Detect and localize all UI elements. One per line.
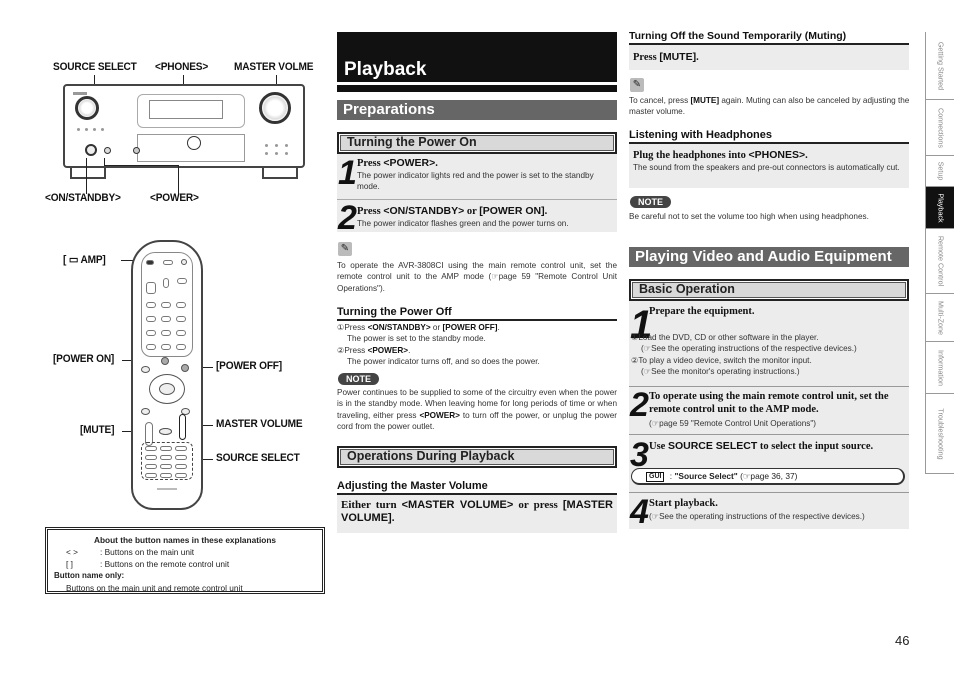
step-2-power-on: 2 Press <ON/STANDBY> or [POWER ON]. The … xyxy=(337,199,617,237)
memo-text: To operate the AVR-3808CI using the main… xyxy=(337,261,617,293)
chapter-title: Playback xyxy=(344,59,427,80)
legend-row: [ ]: Buttons on the remote control unit xyxy=(66,559,230,569)
note-badge: NOTE xyxy=(630,196,672,208)
brand-badge xyxy=(73,92,87,95)
display-window xyxy=(149,100,223,119)
section-playing-video-audio: Playing Video and Audio Equipment xyxy=(629,247,909,267)
legend-row: < >: Buttons on the main unit xyxy=(66,547,195,557)
tab-remote-control[interactable]: Remote Control xyxy=(926,229,954,294)
power-button xyxy=(104,147,111,154)
remote-control xyxy=(131,240,203,510)
legend-button-name-only-label: Button name only: xyxy=(54,571,125,580)
leader-line xyxy=(86,158,87,194)
master-volume-rocker xyxy=(179,414,186,440)
step-heading: Use SOURCE SELECT to select the input so… xyxy=(649,440,874,452)
heading-basic-operation: Basic Operation xyxy=(629,279,909,301)
step-number: 2 xyxy=(338,199,357,237)
gui-icon: GUI xyxy=(646,472,665,482)
list-item: ①Press <ON/STANDBY> or [POWER OFF]. xyxy=(337,323,500,332)
step-heading: Start playback. xyxy=(649,498,718,509)
receiver-foot-left xyxy=(70,167,106,179)
leader-line xyxy=(178,165,179,194)
callout-power: <POWER> xyxy=(150,192,199,204)
chapter-tabs: Getting Started Connections Setup Playba… xyxy=(925,32,954,474)
chapter-strip xyxy=(337,85,617,92)
callout-phones: <PHONES> xyxy=(155,61,209,73)
step-description: The power indicator flashes green and th… xyxy=(357,219,569,228)
phones-jack xyxy=(133,147,140,154)
chapter-header: Playback xyxy=(337,32,617,82)
muting-instruction: Press [MUTE]. xyxy=(629,45,909,70)
front-control-dial xyxy=(187,136,201,150)
step-2-amp-mode: 2 To operate using the main remote contr… xyxy=(629,387,909,434)
tab-getting-started[interactable]: Getting Started xyxy=(926,32,954,100)
step-1-power-on: 1 Press <POWER>. The power indicator lig… xyxy=(337,154,617,199)
power-on-button xyxy=(161,357,169,365)
callout-source-select-remote: SOURCE SELECT xyxy=(216,452,300,464)
leader-line xyxy=(104,165,179,166)
step-heading: Prepare the equipment. xyxy=(649,306,755,317)
callout-power-on: [POWER ON] xyxy=(53,353,115,365)
av-receiver-front xyxy=(63,84,305,168)
step-heading: Press <POWER>. xyxy=(357,157,438,169)
callout-master-volume-remote: MASTER VOLUME xyxy=(216,418,303,430)
step-number: 4 xyxy=(630,493,649,531)
step-4-start-playback: 4 Start playback. (☞See the operating in… xyxy=(629,493,909,529)
source-select-knob xyxy=(75,96,99,120)
section-preparations: Preparations xyxy=(337,100,617,120)
heading-operations-during-playback: Operations During Playback xyxy=(337,446,617,468)
callout-power-off: [POWER OFF] xyxy=(216,360,282,372)
heading-muting: Turning Off the Sound Temporarily (Mutin… xyxy=(629,30,909,45)
button-name-legend: About the button names in these explanat… xyxy=(45,527,325,594)
pencil-icon: ✎ xyxy=(338,242,352,256)
tab-connections[interactable]: Connections xyxy=(926,100,954,156)
amp-button xyxy=(146,260,154,265)
on-standby-button xyxy=(85,144,97,156)
tab-troubleshooting[interactable]: Troubleshooting xyxy=(926,394,954,474)
step-number: 1 xyxy=(338,154,357,192)
heading-headphones: Listening with Headphones xyxy=(629,129,909,144)
tab-information[interactable]: Information xyxy=(926,342,954,394)
callout-master-volume: MASTER VOLME xyxy=(234,61,314,73)
step-number: 2 xyxy=(630,386,649,424)
brand-logo xyxy=(157,488,177,490)
heading-turning-power-off: Turning the Power Off xyxy=(337,306,617,321)
tab-multi-zone[interactable]: Multi-Zone xyxy=(926,294,954,342)
gui-reference: GUI : "Source Select" (☞page 36, 37) xyxy=(631,468,905,485)
heading-adjusting-master-volume: Adjusting the Master Volume xyxy=(337,480,617,495)
step-1-prepare: 1 Prepare the equipment. ①Load the DVD, … xyxy=(629,301,909,386)
master-volume-instruction: Either turn <MASTER VOLUME> or press [MA… xyxy=(337,495,617,533)
mute-button xyxy=(159,428,172,435)
list-item: ②Press <POWER>. xyxy=(337,345,411,355)
list-item: ②To play a video device, switch the moni… xyxy=(631,355,812,365)
callout-on-standby: <ON/STANDBY> xyxy=(45,192,121,204)
headphones-instruction: Plug the headphones into <PHONES>. The s… xyxy=(629,144,909,188)
power-off-list: ①Press <ON/STANDBY> or [POWER OFF]. The … xyxy=(337,322,617,368)
note-badge: NOTE xyxy=(338,373,380,385)
step-description: The power indicator lights red and the p… xyxy=(357,171,594,192)
step-heading: To operate using the main remote control… xyxy=(649,391,889,415)
tab-playback[interactable]: Playback xyxy=(926,187,954,229)
step-heading: Press <ON/STANDBY> or [POWER ON]. xyxy=(357,205,548,217)
tab-setup[interactable]: Setup xyxy=(926,156,954,187)
heading-turning-power-on: Turning the Power On xyxy=(337,132,617,154)
power-off-button xyxy=(181,364,189,372)
legend-button-name-only-text: Buttons on the main unit and remote cont… xyxy=(66,583,243,593)
page-number: 46 xyxy=(895,633,910,648)
receiver-foot-right xyxy=(262,167,298,179)
note-text: Be careful not to set the volume too hig… xyxy=(629,212,869,221)
legend-title: About the button names in these explanat… xyxy=(93,535,277,545)
master-volume-knob xyxy=(259,92,291,124)
callout-amp: [ ▭ AMP] xyxy=(63,254,106,266)
list-item: ①Load the DVD, CD or other software in t… xyxy=(631,333,819,342)
callout-source-select: SOURCE SELECT xyxy=(53,61,137,73)
step-number: 3 xyxy=(630,436,649,474)
muting-memo: To cancel, press [MUTE] again. Muting ca… xyxy=(629,96,910,117)
callout-mute: [MUTE] xyxy=(80,424,115,436)
note-text: Power continues to be supplied to some o… xyxy=(337,388,617,432)
pencil-icon: ✎ xyxy=(630,78,644,92)
